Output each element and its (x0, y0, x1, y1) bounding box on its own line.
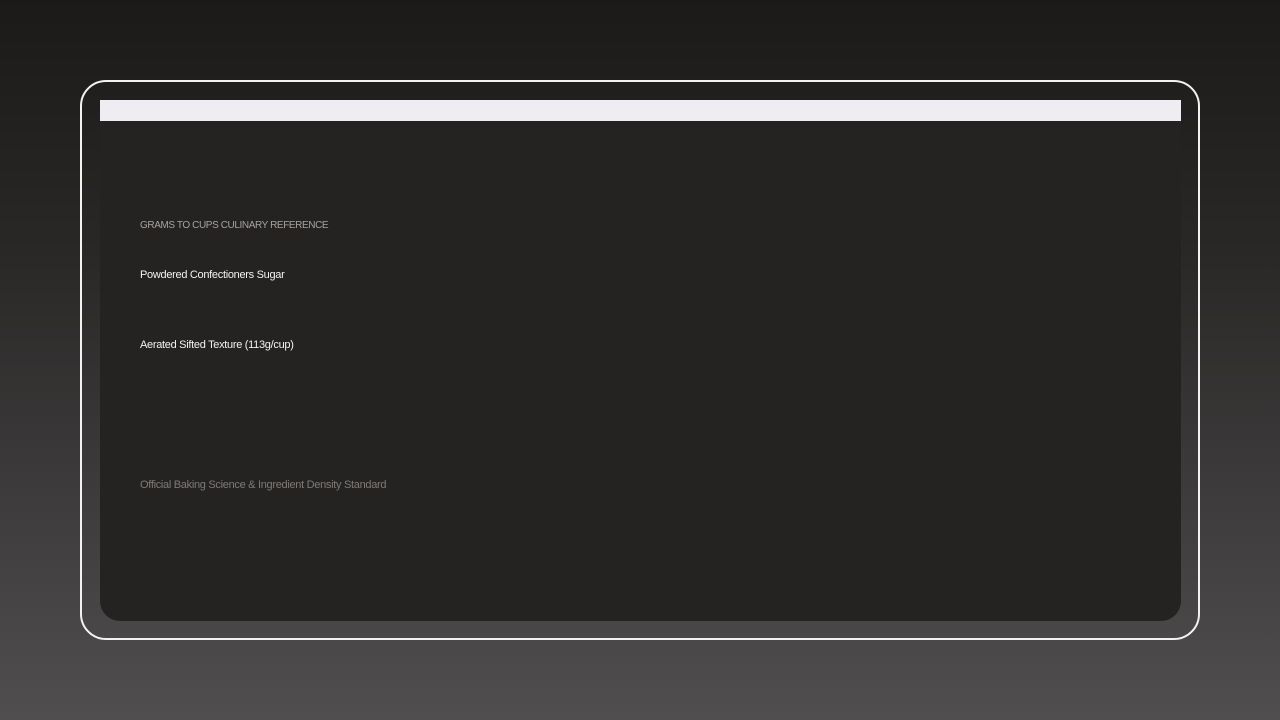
product-name: Powdered Confectioners Sugar (140, 269, 285, 281)
reference-card: GRAMS TO CUPS CULINARY REFERENCE Powdere… (100, 100, 1181, 621)
texture-note: Aerated Sifted Texture (113g/cup) (140, 339, 294, 351)
card-top-strip (100, 100, 1181, 121)
card-eyebrow: GRAMS TO CUPS CULINARY REFERENCE (140, 220, 329, 231)
standard-footer: Official Baking Science & Ingredient Den… (140, 479, 387, 491)
